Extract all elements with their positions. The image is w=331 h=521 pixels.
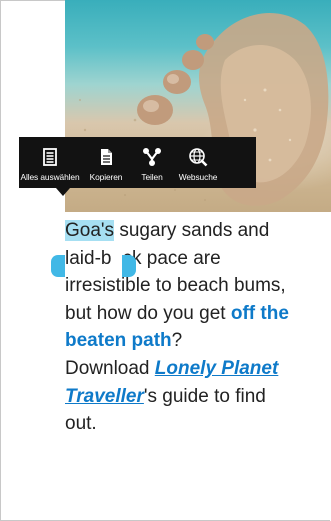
off-the-beaten-path-link[interactable]: off the (231, 303, 289, 324)
traveller-link[interactable]: Traveller (65, 386, 144, 407)
article-line: laid-b ck pace are (65, 245, 331, 273)
article-line: irresistible to beach bums, (65, 275, 286, 297)
article-text[interactable]: Goa's sugary sands and laid-b ck pace are… (65, 217, 331, 438)
article-line: beaten path? (65, 327, 331, 355)
off-the-beaten-path-link-cont[interactable]: beaten path (65, 330, 172, 351)
share-icon (143, 148, 161, 166)
web-search-label: Websuche (178, 172, 218, 182)
selection-end-handle[interactable] (122, 255, 136, 277)
article-line: but how do you get off the (65, 300, 331, 328)
action-bar-pointer (56, 188, 70, 196)
article-text-fragment: ck pace are (122, 247, 221, 269)
article-text-fragment: Download (65, 357, 155, 379)
selected-word[interactable]: Goa's (65, 220, 115, 241)
copy-icon (101, 149, 112, 165)
select-all-icon (43, 148, 57, 166)
select-all-label: Alles auswählen (20, 172, 80, 182)
share-button[interactable]: Teilen (131, 137, 173, 188)
article-line: Goa's sugary sands and (65, 217, 331, 245)
article-text-fragment: but how do you get (65, 302, 231, 324)
share-label: Teilen (141, 172, 163, 182)
lonely-planet-link[interactable]: Lonely Planet (155, 358, 279, 379)
article-text-fragment: ? (171, 330, 183, 352)
article-line: out. (65, 413, 97, 435)
article-text-fragment: laid-b (65, 247, 112, 269)
web-search-button[interactable]: Websuche (173, 137, 223, 188)
article-line: Download Lonely Planet (65, 355, 331, 383)
article-text-fragment: sugary sands and (114, 220, 270, 241)
selection-start-handle[interactable] (51, 255, 65, 277)
copy-label: Kopieren (89, 172, 123, 182)
copy-button[interactable]: Kopieren (81, 137, 131, 188)
text-selection-action-bar: Alles auswählen Kopieren Teilen Websuche (19, 137, 256, 188)
select-all-button[interactable]: Alles auswählen (19, 137, 81, 188)
article-line: Traveller's guide to find (65, 383, 331, 411)
article-text-fragment: 's guide to find (143, 385, 266, 407)
web-search-icon (189, 148, 208, 167)
